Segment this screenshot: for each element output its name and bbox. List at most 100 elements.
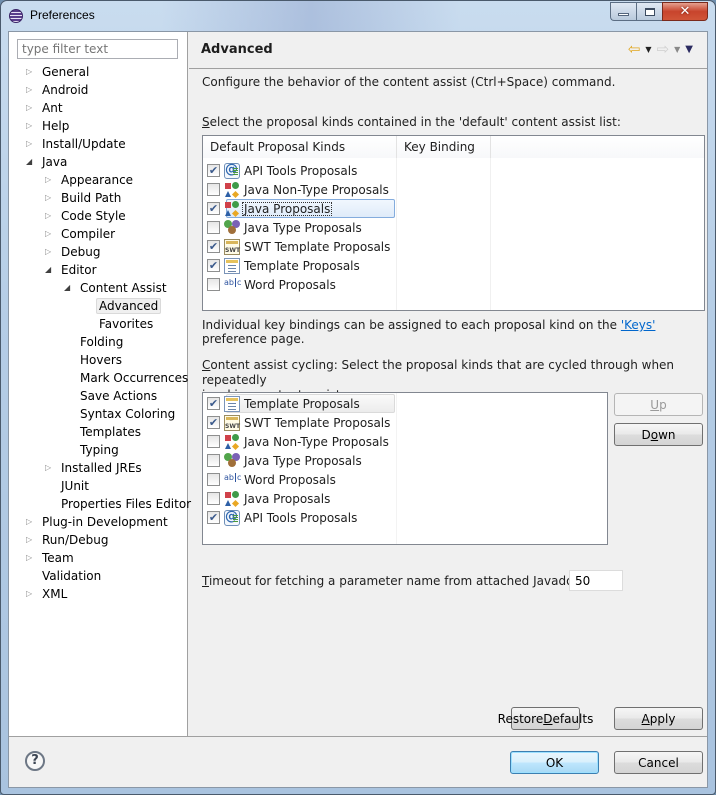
collapsed-arrow-icon[interactable]: ▷ bbox=[26, 117, 36, 135]
collapsed-arrow-icon[interactable]: ▷ bbox=[26, 63, 36, 81]
collapsed-arrow-icon[interactable]: ▷ bbox=[26, 81, 36, 99]
checkbox-unchecked[interactable] bbox=[207, 221, 220, 234]
tree-item-ant[interactable]: ▷ Ant bbox=[26, 99, 66, 117]
proposal-row[interactable]: ✔ SWT Template Proposals bbox=[207, 237, 392, 256]
back-history-dropdown-icon[interactable]: ▼ bbox=[645, 45, 651, 54]
tree-item-favorites[interactable]: Favorites bbox=[96, 315, 156, 333]
tree-item-xml[interactable]: ▷ XML bbox=[26, 585, 70, 603]
tree-item-junit[interactable]: JUnit bbox=[58, 477, 92, 495]
proposal-row[interactable]: Java Non-Type Proposals bbox=[207, 432, 391, 451]
timeout-input[interactable] bbox=[569, 570, 623, 591]
tree-item-appearance[interactable]: ▷ Appearance bbox=[45, 171, 136, 189]
cancel-button[interactable]: Cancel bbox=[614, 751, 703, 774]
checkbox-unchecked[interactable] bbox=[207, 278, 220, 291]
tree-item-editor[interactable]: ◢ Editor bbox=[45, 261, 100, 279]
checkbox-checked[interactable]: ✔ bbox=[207, 416, 220, 429]
close-button[interactable]: ✕ bbox=[662, 2, 708, 21]
collapsed-arrow-icon[interactable]: ▷ bbox=[26, 585, 36, 603]
proposal-row[interactable]: ✔ API Tools Proposals bbox=[207, 508, 359, 527]
tree-item-typing[interactable]: Typing bbox=[77, 441, 122, 459]
tree-item-syntax-coloring[interactable]: Syntax Coloring bbox=[77, 405, 178, 423]
restore-defaults-button[interactable]: Restore Defaults bbox=[498, 707, 593, 730]
filter-input[interactable] bbox=[17, 39, 178, 59]
tree-item-installed-jres[interactable]: ▷ Installed JREs bbox=[45, 459, 145, 477]
tree-item-java[interactable]: ◢ Java bbox=[26, 153, 70, 171]
tree-item-content-assist[interactable]: ◢ Content Assist bbox=[64, 279, 170, 297]
tree-item-run-debug[interactable]: ▷ Run/Debug bbox=[26, 531, 112, 549]
proposal-label: API Tools Proposals bbox=[244, 163, 358, 178]
collapsed-arrow-icon[interactable]: ▷ bbox=[45, 171, 55, 189]
proposal-row[interactable]: Java Non-Type Proposals bbox=[207, 180, 391, 199]
proposal-row[interactable]: Java Type Proposals bbox=[207, 451, 364, 470]
tree-item-android[interactable]: ▷ Android bbox=[26, 81, 91, 99]
view-menu-icon[interactable]: ▼ bbox=[685, 44, 693, 55]
proposal-row[interactable]: Word Proposals bbox=[207, 470, 338, 489]
checkbox-checked[interactable]: ✔ bbox=[207, 259, 220, 272]
checkbox-unchecked[interactable] bbox=[207, 454, 220, 467]
tree-item-code-style[interactable]: ▷ Code Style bbox=[45, 207, 129, 225]
tree-item-help[interactable]: ▷ Help bbox=[26, 117, 72, 135]
forward-history-dropdown-icon[interactable]: ▼ bbox=[674, 45, 680, 54]
collapsed-arrow-icon[interactable]: ▷ bbox=[45, 225, 55, 243]
checkbox-unchecked[interactable] bbox=[207, 435, 220, 448]
down-button[interactable]: Do wn bbox=[614, 423, 703, 446]
title-bar[interactable]: Preferences ✕ bbox=[1, 1, 715, 31]
tree-item-hovers[interactable]: Hovers bbox=[77, 351, 125, 369]
column-header-proposal-kinds[interactable]: Default Proposal Kinds bbox=[203, 136, 397, 158]
tree-item-install-update[interactable]: ▷ Install/Update bbox=[26, 135, 129, 153]
expanded-arrow-icon[interactable]: ◢ bbox=[45, 261, 55, 279]
proposal-row[interactable]: ✔ SWT Template Proposals bbox=[207, 413, 392, 432]
cycling-proposal-list[interactable]: ✔ Template Proposals ✔ SWT Template Proposa… bbox=[202, 392, 608, 545]
tree-item-advanced[interactable]: Advanced bbox=[96, 297, 162, 315]
checkbox-checked[interactable]: ✔ bbox=[207, 397, 220, 410]
collapsed-arrow-icon[interactable]: ▷ bbox=[26, 135, 36, 153]
tree-item-debug[interactable]: ▷ Debug bbox=[45, 243, 103, 261]
checkbox-unchecked[interactable] bbox=[207, 183, 220, 196]
checkbox-checked[interactable]: ✔ bbox=[207, 511, 220, 524]
checkbox-checked[interactable]: ✔ bbox=[207, 164, 220, 177]
collapsed-arrow-icon[interactable]: ▷ bbox=[45, 459, 55, 477]
tree-item-validation[interactable]: Validation bbox=[39, 567, 104, 585]
back-arrow-icon[interactable]: ⇦ bbox=[628, 42, 641, 57]
tree-item-properties-files-editor[interactable]: Properties Files Editor bbox=[58, 495, 194, 513]
tree-item-build-path[interactable]: ▷ Build Path bbox=[45, 189, 124, 207]
collapsed-arrow-icon[interactable]: ▷ bbox=[26, 513, 36, 531]
checkbox-unchecked[interactable] bbox=[207, 473, 220, 486]
expanded-arrow-icon[interactable]: ◢ bbox=[64, 279, 74, 297]
keys-preference-link[interactable]: 'Keys' bbox=[621, 318, 656, 332]
collapsed-arrow-icon[interactable]: ▷ bbox=[26, 549, 36, 567]
proposal-row[interactable]: Java Proposals bbox=[207, 489, 332, 508]
collapsed-arrow-icon[interactable]: ▷ bbox=[26, 99, 36, 117]
tree-item-folding[interactable]: Folding bbox=[77, 333, 126, 351]
tree-item-templates[interactable]: Templates bbox=[77, 423, 144, 441]
default-proposal-table[interactable]: Default Proposal Kinds Key Binding ✔ API … bbox=[202, 135, 705, 311]
tree-item-mark-occurrences[interactable]: Mark Occurrences bbox=[77, 369, 191, 387]
proposal-row[interactable]: ✔ Java Proposals bbox=[207, 199, 395, 218]
help-icon[interactable]: ? bbox=[25, 751, 45, 771]
up-button[interactable]: Up bbox=[614, 393, 703, 416]
forward-arrow-icon[interactable]: ⇨ bbox=[657, 42, 670, 57]
expanded-arrow-icon[interactable]: ◢ bbox=[26, 153, 36, 171]
maximize-button[interactable] bbox=[636, 2, 662, 21]
proposal-row[interactable]: ✔ Template Proposals bbox=[207, 256, 362, 275]
column-header-key-binding[interactable]: Key Binding bbox=[397, 136, 491, 158]
checkbox-checked[interactable]: ✔ bbox=[207, 240, 220, 253]
proposal-row[interactable]: Word Proposals bbox=[207, 275, 338, 294]
tree-item-plug-in-development[interactable]: ▷ Plug-in Development bbox=[26, 513, 171, 531]
collapsed-arrow-icon[interactable]: ▷ bbox=[45, 207, 55, 225]
tree-item-general[interactable]: ▷ General bbox=[26, 63, 92, 81]
tree-item-save-actions[interactable]: Save Actions bbox=[77, 387, 160, 405]
proposal-row[interactable]: Java Type Proposals bbox=[207, 218, 364, 237]
minimize-button[interactable] bbox=[610, 2, 636, 21]
proposal-row[interactable]: ✔ Template Proposals bbox=[207, 394, 395, 413]
tree-item-compiler[interactable]: ▷ Compiler bbox=[45, 225, 118, 243]
checkbox-checked[interactable]: ✔ bbox=[207, 202, 220, 215]
ok-button[interactable]: OK bbox=[510, 751, 599, 774]
tree-item-team[interactable]: ▷ Team bbox=[26, 549, 77, 567]
proposal-row[interactable]: ✔ API Tools Proposals bbox=[207, 161, 359, 180]
collapsed-arrow-icon[interactable]: ▷ bbox=[26, 531, 36, 549]
apply-button[interactable]: Apply bbox=[614, 707, 703, 730]
collapsed-arrow-icon[interactable]: ▷ bbox=[45, 189, 55, 207]
checkbox-unchecked[interactable] bbox=[207, 492, 220, 505]
collapsed-arrow-icon[interactable]: ▷ bbox=[45, 243, 55, 261]
